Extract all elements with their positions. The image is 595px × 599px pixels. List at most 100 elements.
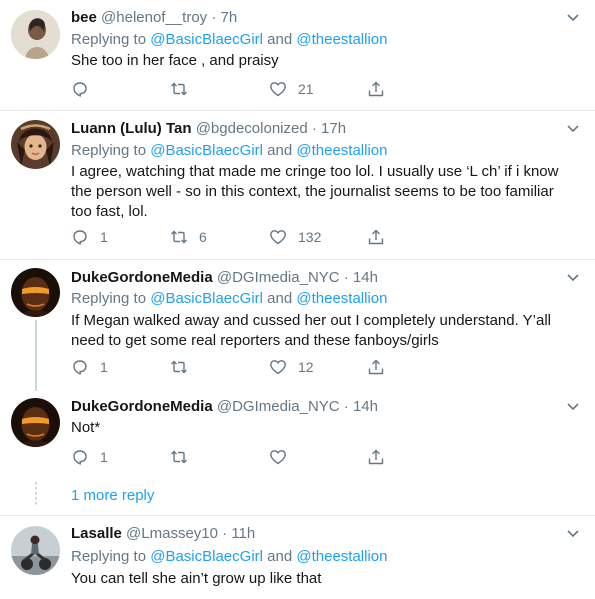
mention-link[interactable]: @BasicBlaecGirl [150, 142, 263, 159]
avatar[interactable] [11, 398, 60, 447]
tweet[interactable]: Luann (Lulu) Tan @bgdecolonized · 17h Re… [0, 111, 595, 259]
reply-button[interactable]: 1 [71, 226, 108, 248]
tweet[interactable]: bee @helenof__troy · 7h Replying to @Bas… [0, 0, 595, 110]
reply-icon [73, 360, 87, 375]
display-name[interactable]: bee [71, 9, 97, 26]
mention-link[interactable]: @theestallion [296, 142, 387, 159]
like-button[interactable] [269, 446, 298, 468]
like-icon [270, 450, 286, 465]
share-icon [368, 81, 384, 97]
chevron-down-icon[interactable] [566, 273, 580, 283]
user-handle[interactable]: @helenof__troy [101, 9, 207, 26]
like-icon [270, 230, 286, 245]
chevron-down-icon[interactable] [566, 124, 580, 134]
tweet-text: If Megan walked away and cussed her out … [71, 312, 551, 349]
replying-to-and: and [267, 31, 293, 48]
tweet[interactable]: DukeGordoneMedia @DGImedia_NYC · 14h Rep… [0, 260, 595, 390]
tweet-actions: 1 12 [71, 356, 401, 378]
mention-link[interactable]: @BasicBlaecGirl [150, 290, 263, 307]
tweet-text: You can tell she ain’t grow up like that [71, 570, 322, 587]
tweet-header: Lasalle @Lmassey10 · 11h [71, 525, 255, 542]
mention-link[interactable]: @theestallion [296, 290, 387, 307]
share-button[interactable] [367, 226, 385, 248]
tweet[interactable]: Lasalle @Lmassey10 · 11h Replying to @Ba… [0, 516, 595, 599]
tweet-header: bee @helenof__troy · 7h [71, 9, 237, 26]
share-icon [368, 359, 384, 375]
like-button[interactable]: 21 [269, 78, 314, 100]
tweet-header: DukeGordoneMedia @DGImedia_NYC · 14h [71, 269, 378, 286]
avatar[interactable] [11, 268, 60, 317]
like-count: 12 [298, 359, 314, 375]
share-icon [368, 229, 384, 245]
reply-button[interactable]: 1 [71, 356, 108, 378]
reply-count: 1 [100, 449, 108, 465]
mention-link[interactable]: @theestallion [296, 31, 387, 48]
display-name[interactable]: DukeGordoneMedia [71, 398, 213, 415]
share-button[interactable] [367, 356, 385, 378]
share-button[interactable] [367, 78, 385, 100]
display-name[interactable]: DukeGordoneMedia [71, 269, 213, 286]
tweet-actions: 1 [71, 446, 401, 468]
like-button[interactable]: 132 [269, 226, 321, 248]
tweet-text: She too in her face , and praisy [71, 52, 279, 69]
share-button[interactable] [367, 446, 385, 468]
tweet-header: DukeGordoneMedia @DGImedia_NYC · 14h [71, 398, 378, 415]
reply-button[interactable]: 1 [71, 446, 108, 468]
reply-icon [73, 82, 87, 97]
separator-dot: · [343, 398, 349, 415]
replying-to-label: Replying to [71, 548, 147, 565]
reply-button[interactable] [71, 78, 100, 100]
retweet-icon [171, 82, 187, 96]
like-button[interactable]: 12 [269, 356, 314, 378]
reply-count: 1 [100, 359, 108, 375]
reply-count: 1 [100, 229, 108, 245]
replying-to: Replying to @BasicBlaecGirl and @theesta… [71, 142, 387, 159]
retweet-button[interactable] [170, 446, 199, 468]
like-icon [270, 360, 286, 375]
share-icon [368, 449, 384, 465]
tweet[interactable]: DukeGordoneMedia @DGImedia_NYC · 14h Not… [0, 390, 595, 480]
retweet-button[interactable] [170, 356, 199, 378]
replying-to-and: and [267, 142, 293, 159]
timestamp[interactable]: 14h [353, 269, 378, 286]
replying-to-label: Replying to [71, 142, 147, 159]
separator-dot: · [222, 525, 228, 542]
display-name[interactable]: Lasalle [71, 525, 122, 542]
user-handle[interactable]: @Lmassey10 [126, 525, 218, 542]
like-count: 21 [298, 81, 314, 97]
avatar[interactable] [11, 120, 60, 169]
mention-link[interactable]: @theestallion [296, 548, 387, 565]
user-handle[interactable]: @DGImedia_NYC [217, 398, 340, 415]
chevron-down-icon[interactable] [566, 529, 580, 539]
thread-dots [35, 482, 37, 506]
reply-icon [73, 230, 87, 245]
display-name[interactable]: Luann (Lulu) Tan [71, 120, 192, 137]
avatar[interactable] [11, 10, 60, 59]
reply-icon [73, 450, 87, 465]
separator-dot: · [211, 9, 217, 26]
replying-to-label: Replying to [71, 290, 147, 307]
timestamp[interactable]: 7h [221, 9, 238, 26]
user-handle[interactable]: @bgdecolonized [196, 120, 308, 137]
avatar[interactable] [11, 526, 60, 575]
replying-to-and: and [267, 548, 293, 565]
replying-to-and: and [267, 290, 293, 307]
timestamp[interactable]: 17h [321, 120, 346, 137]
retweet-button[interactable] [170, 78, 199, 100]
retweet-icon [171, 450, 187, 464]
more-replies-link[interactable]: 1 more reply [71, 487, 154, 504]
replying-to: Replying to @BasicBlaecGirl and @theesta… [71, 548, 387, 565]
tweet-text: I agree, watching that made me cringe to… [71, 163, 559, 220]
mention-link[interactable]: @BasicBlaecGirl [150, 548, 263, 565]
retweet-icon [171, 360, 187, 374]
user-handle[interactable]: @DGImedia_NYC [217, 269, 340, 286]
tweet-actions: 21 [71, 78, 401, 100]
replying-to: Replying to @BasicBlaecGirl and @theesta… [71, 290, 387, 307]
timestamp[interactable]: 11h [231, 525, 255, 542]
chevron-down-icon[interactable] [566, 13, 580, 23]
timestamp[interactable]: 14h [353, 398, 378, 415]
retweet-button[interactable]: 6 [170, 226, 207, 248]
chevron-down-icon[interactable] [566, 402, 580, 412]
tweet-actions: 1 6 132 [71, 226, 401, 248]
mention-link[interactable]: @BasicBlaecGirl [150, 31, 263, 48]
